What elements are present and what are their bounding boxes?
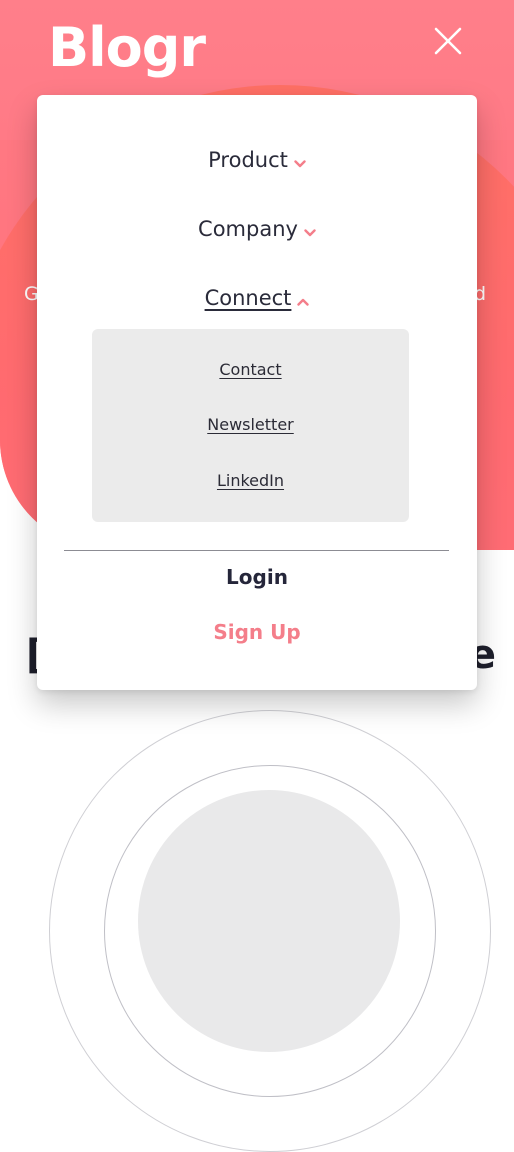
nav-item-label: Product	[208, 148, 288, 172]
nav-item-product[interactable]: Product	[37, 148, 477, 173]
nav-item-connect[interactable]: Connect	[37, 286, 477, 311]
close-menu-button[interactable]	[431, 24, 465, 58]
logo[interactable]: Blogr	[48, 16, 206, 79]
submenu-link-linkedin[interactable]: LinkedIn	[92, 471, 409, 490]
submenu-link-contact[interactable]: Contact	[92, 360, 409, 379]
chevron-down-icon	[294, 149, 306, 173]
nav-item-company[interactable]: Company	[37, 217, 477, 242]
submenu-link-newsletter[interactable]: Newsletter	[92, 415, 409, 434]
chevron-down-icon	[304, 218, 316, 242]
close-icon	[434, 27, 462, 55]
chevron-up-icon	[297, 287, 310, 311]
signup-button[interactable]: Sign Up	[37, 620, 477, 644]
login-button[interactable]: Login	[37, 565, 477, 589]
nav-item-label: Connect	[204, 286, 292, 310]
nav-item-label: Company	[198, 217, 298, 241]
menu-divider	[64, 550, 449, 551]
connect-submenu: Contact Newsletter LinkedIn	[92, 329, 409, 522]
mobile-nav-menu: Product Company Connect Contact Newslett…	[37, 95, 477, 690]
decorative-circle-fill	[138, 790, 400, 1052]
